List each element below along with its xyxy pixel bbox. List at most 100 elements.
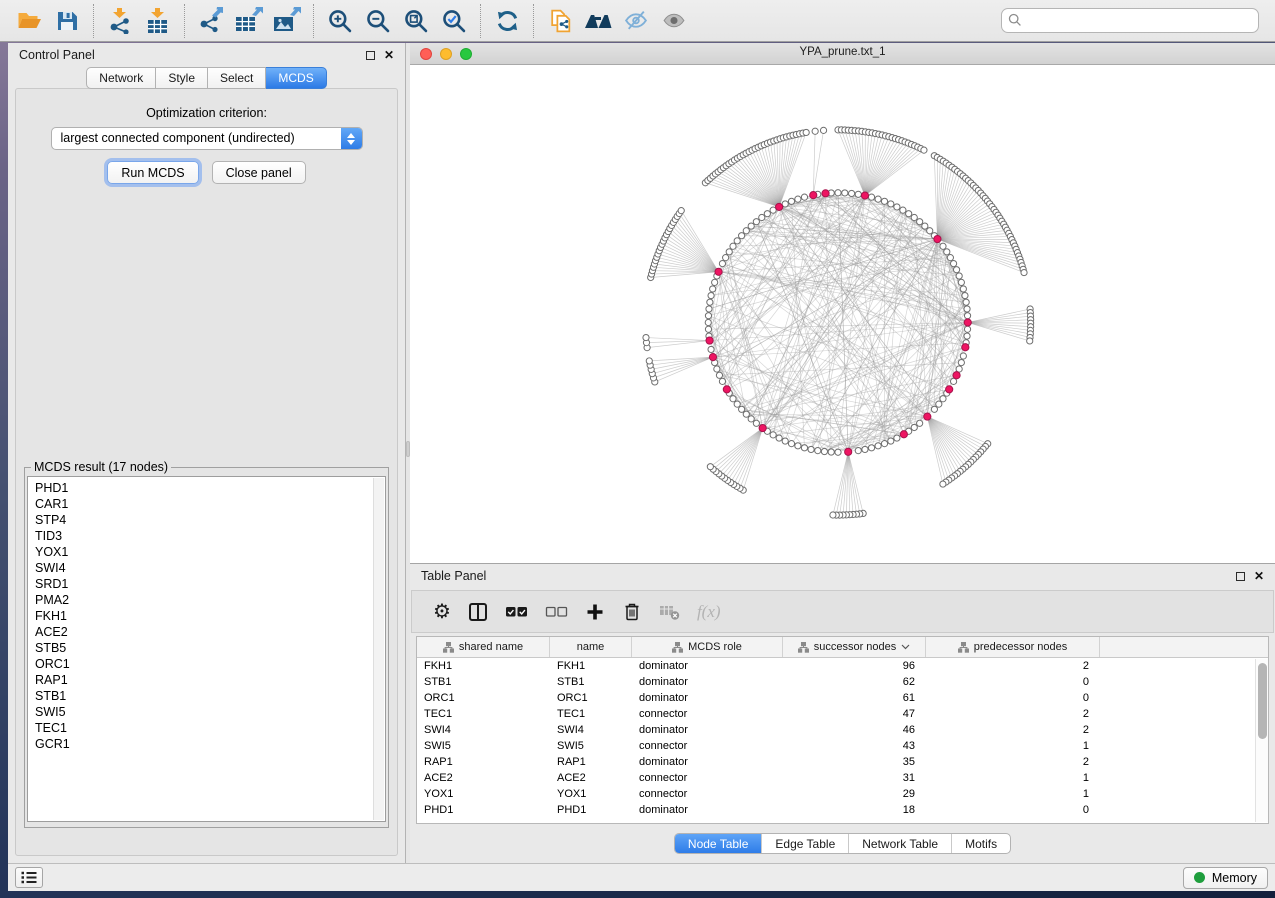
list-item[interactable]: STB5: [35, 640, 385, 656]
toolbar-separator: [184, 4, 185, 38]
list-item[interactable]: GCR1: [35, 736, 385, 752]
save-session-button[interactable]: [48, 4, 86, 38]
tab-network[interactable]: Network: [86, 67, 156, 89]
add-column-button[interactable]: [585, 600, 605, 624]
import-table-icon: [144, 7, 172, 34]
table-cell: FKH1: [550, 658, 632, 674]
network-canvas[interactable]: [410, 65, 1275, 563]
table-row[interactable]: SWI4SWI4dominator462: [417, 722, 1268, 738]
mcds-tab-content: Optimization criterion: largest connecte…: [15, 88, 398, 856]
search-input[interactable]: [1001, 8, 1259, 33]
list-item[interactable]: SWI4: [35, 560, 385, 576]
list-item[interactable]: STB1: [35, 688, 385, 704]
memory-button[interactable]: Memory: [1183, 867, 1268, 889]
float-panel-icon[interactable]: [366, 51, 375, 60]
list-item[interactable]: ACE2: [35, 624, 385, 640]
import-table-button[interactable]: [139, 4, 177, 38]
open-file-button[interactable]: [10, 4, 48, 38]
table-row[interactable]: ORC1ORC1dominator610: [417, 690, 1268, 706]
table-tabs: Node TableEdge TableNetwork TableMotifs: [674, 833, 1011, 854]
import-network-button[interactable]: [101, 4, 139, 38]
zoom-selected-button[interactable]: [435, 4, 473, 38]
mcds-result-list[interactable]: PHD1CAR1STP4TID3YOX1SWI4SRD1PMA2FKH1ACE2…: [27, 476, 386, 822]
function-builder-button[interactable]: f(x): [697, 600, 721, 624]
tab-edge-table[interactable]: Edge Table: [761, 834, 848, 853]
control-panel-tabs: NetworkStyleSelectMCDS: [8, 67, 405, 89]
tab-node-table[interactable]: Node Table: [675, 834, 762, 853]
list-icon: [20, 870, 38, 885]
new-network-from-selection-button[interactable]: [541, 4, 579, 38]
delete-table-button[interactable]: [659, 600, 680, 624]
export-image-button[interactable]: [268, 4, 306, 38]
list-item[interactable]: ORC1: [35, 656, 385, 672]
column-header-successor-nodes[interactable]: successor nodes: [783, 637, 926, 657]
list-item[interactable]: PHD1: [35, 480, 385, 496]
table-row[interactable]: PHD1PHD1dominator180: [417, 802, 1268, 818]
fx-icon: f(x): [697, 602, 721, 622]
close-panel-icon[interactable]: ✕: [384, 50, 394, 60]
list-item[interactable]: YOX1: [35, 544, 385, 560]
table-row[interactable]: FKH1FKH1dominator962: [417, 658, 1268, 674]
refresh-button[interactable]: [488, 4, 526, 38]
dropdown-stepper-icon: [341, 128, 362, 149]
column-header-shared-name[interactable]: shared name: [417, 637, 550, 657]
tab-style[interactable]: Style: [156, 67, 208, 89]
zoom-out-icon: [365, 8, 391, 34]
table-row[interactable]: TEC1TEC1connector472: [417, 706, 1268, 722]
zoom-in-button[interactable]: [321, 4, 359, 38]
table-tabbar: Node TableEdge TableNetwork TableMotifs: [410, 824, 1275, 863]
table-scrollbar[interactable]: [1255, 659, 1268, 822]
control-panel-titlebar: Control Panel ✕: [8, 43, 405, 67]
list-item[interactable]: SWI5: [35, 704, 385, 720]
optimization-criterion-select[interactable]: largest connected component (undirected): [51, 127, 363, 150]
show-columns-button[interactable]: [468, 600, 488, 624]
list-item[interactable]: RAP1: [35, 672, 385, 688]
show-all-button[interactable]: [655, 4, 693, 38]
table-body: FKH1FKH1dominator962STB1STB1dominator620…: [417, 658, 1268, 818]
list-item[interactable]: TID3: [35, 528, 385, 544]
export-network-button[interactable]: [192, 4, 230, 38]
table-row[interactable]: STB1STB1dominator620: [417, 674, 1268, 690]
zoom-in-icon: [327, 8, 353, 34]
tab-motifs[interactable]: Motifs: [951, 834, 1010, 853]
list-scrollbar[interactable]: [373, 478, 384, 820]
table-row[interactable]: RAP1RAP1dominator352: [417, 754, 1268, 770]
tab-select[interactable]: Select: [208, 67, 266, 89]
zoom-out-button[interactable]: [359, 4, 397, 38]
table-cell: connector: [632, 738, 783, 754]
main-row: Control Panel ✕ NetworkStyleSelectMCDS O…: [8, 43, 1275, 863]
table-settings-button[interactable]: ⚙: [433, 600, 451, 624]
run-mcds-button[interactable]: Run MCDS: [107, 161, 198, 184]
column-header-name[interactable]: name: [550, 637, 632, 657]
tab-network-table[interactable]: Network Table: [848, 834, 951, 853]
app-window: Control Panel ✕ NetworkStyleSelectMCDS O…: [8, 43, 1275, 891]
list-item[interactable]: TEC1: [35, 720, 385, 736]
scrollbar-thumb[interactable]: [1258, 663, 1267, 739]
float-panel-icon[interactable]: [1236, 572, 1245, 581]
list-item[interactable]: PMA2: [35, 592, 385, 608]
table-row[interactable]: SWI5SWI5connector431: [417, 738, 1268, 754]
first-neighbors-button[interactable]: [579, 4, 617, 38]
hide-selected-button[interactable]: [617, 4, 655, 38]
list-item[interactable]: FKH1: [35, 608, 385, 624]
control-panel-title: Control Panel: [19, 48, 95, 62]
table-cell: 29: [783, 786, 926, 802]
task-history-button[interactable]: [15, 867, 43, 888]
list-item[interactable]: CAR1: [35, 496, 385, 512]
table-row[interactable]: ACE2ACE2connector311: [417, 770, 1268, 786]
memory-status-icon: [1194, 872, 1205, 883]
tab-mcds[interactable]: MCDS: [266, 67, 326, 89]
list-item[interactable]: STP4: [35, 512, 385, 528]
delete-columns-button[interactable]: [622, 600, 642, 624]
zoom-fit-button[interactable]: [397, 4, 435, 38]
column-header-predecessor-nodes[interactable]: predecessor nodes: [926, 637, 1100, 657]
export-table-button[interactable]: [230, 4, 268, 38]
select-all-button[interactable]: [505, 600, 528, 624]
list-item[interactable]: SRD1: [35, 576, 385, 592]
close-panel-icon[interactable]: ✕: [1254, 571, 1264, 581]
deselect-all-button[interactable]: [545, 600, 568, 624]
table-row[interactable]: YOX1YOX1connector291: [417, 786, 1268, 802]
column-header-mcds-role[interactable]: MCDS role: [632, 637, 783, 657]
table-cell: RAP1: [550, 754, 632, 770]
close-panel-button[interactable]: Close panel: [212, 161, 306, 184]
